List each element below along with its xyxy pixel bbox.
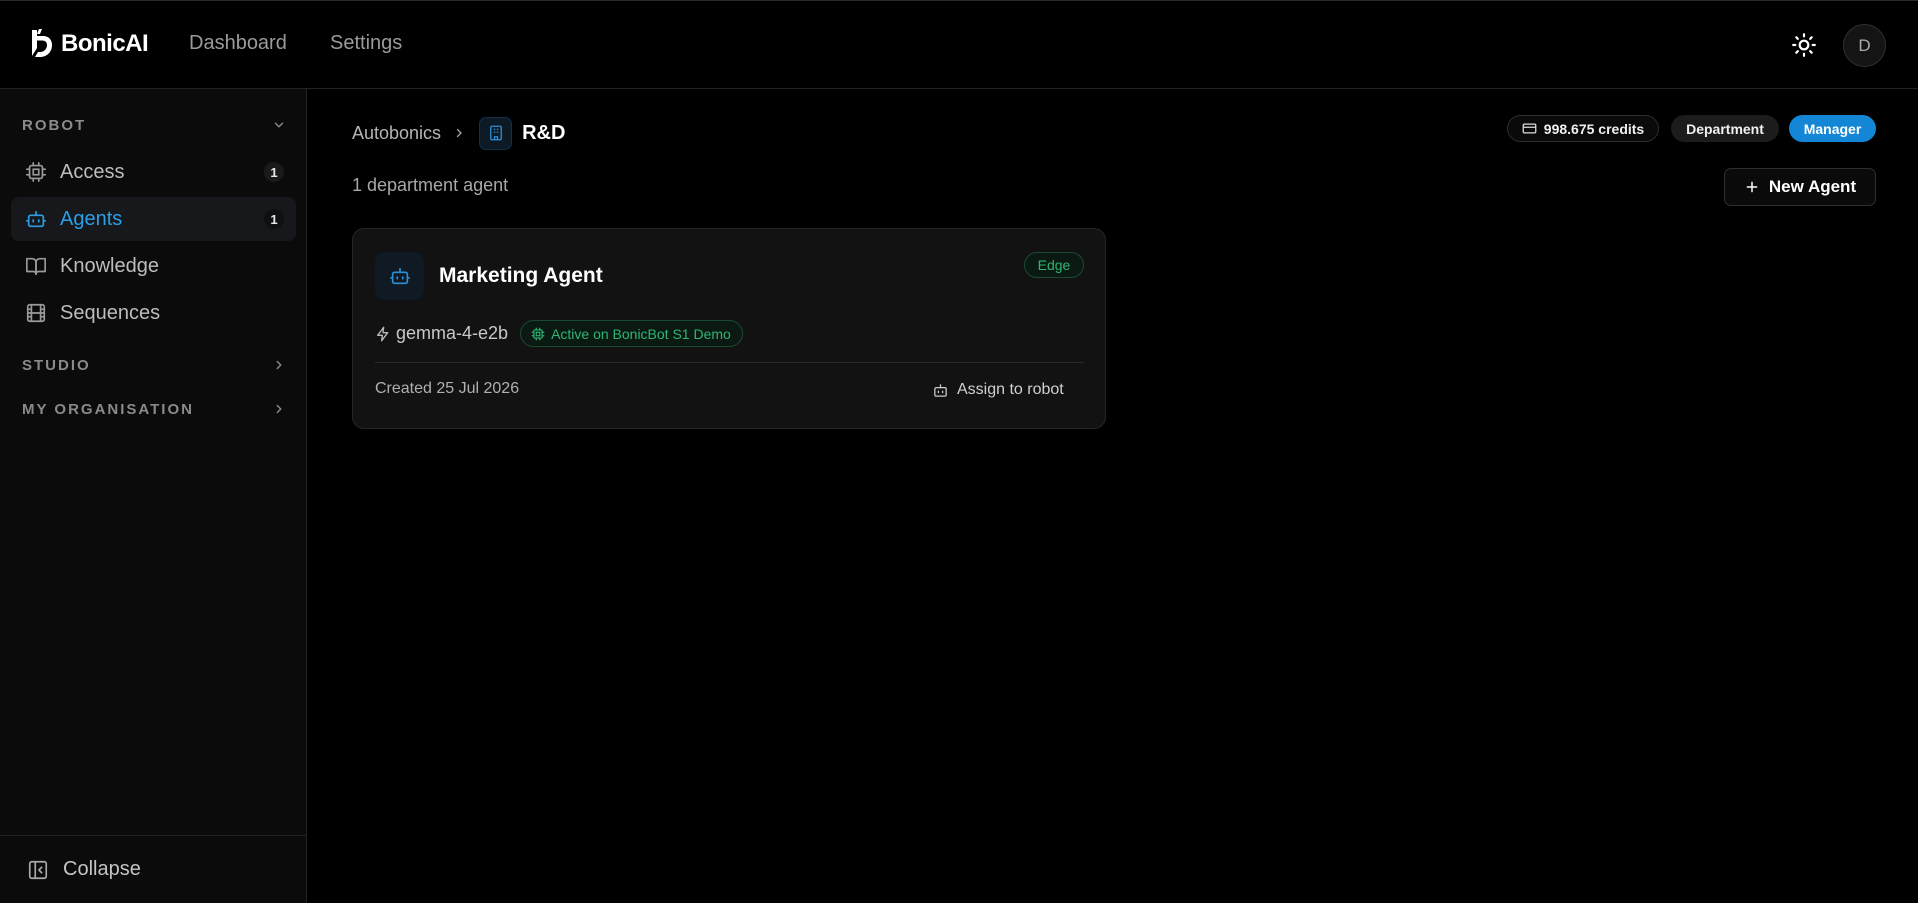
- chip-icon: [25, 161, 47, 183]
- brand-name: BonicAI: [61, 30, 149, 57]
- plus-icon: [1746, 181, 1758, 193]
- sun-icon: [1792, 33, 1816, 57]
- count-badge: 1: [264, 209, 284, 229]
- book-icon: [25, 255, 47, 277]
- chevron-right-icon: [276, 404, 282, 414]
- new-agent-button[interactable]: New Agent: [1724, 168, 1876, 206]
- robot-icon: [934, 383, 947, 397]
- sidebar-section-robot[interactable]: ROBOT: [22, 114, 286, 136]
- agent-count-text: 1 department agent: [352, 175, 509, 195]
- sidebar-item-knowledge[interactable]: Knowledge: [11, 244, 296, 288]
- sidebar-section-my-organisation[interactable]: MY ORGANISATION: [22, 398, 286, 420]
- credits-text: 998.675 credits: [1543, 120, 1645, 137]
- card-divider: [375, 362, 1084, 363]
- nav-dashboard[interactable]: Dashboard: [189, 32, 287, 55]
- sidebar-item-access[interactable]: Access 1: [11, 150, 296, 194]
- created-date: Created 25 Jul 2026: [375, 380, 520, 397]
- sidebar-item-label: Agents: [60, 207, 123, 230]
- credit-card-icon: [1522, 123, 1537, 134]
- nav-settings[interactable]: Settings: [330, 32, 402, 55]
- robot-icon: [25, 208, 47, 230]
- sidebar: ROBOT Access 1 Agents 1 Knowledge Sequen…: [0, 89, 307, 903]
- sidebar-item-label: Sequences: [60, 301, 161, 324]
- user-avatar[interactable]: D: [1843, 24, 1886, 67]
- agent-card[interactable]: Marketing Agent Edge gemma-4-e2b Active …: [352, 228, 1106, 429]
- sidebar-item-label: Access: [60, 160, 125, 183]
- agent-name: Marketing Agent: [439, 264, 603, 287]
- chevron-right-icon: [456, 128, 462, 138]
- scope-badge: Department: [1671, 115, 1779, 142]
- chip-icon: [531, 327, 545, 340]
- building-icon: [479, 116, 513, 150]
- agent-model-row: gemma-4-e2b Active on BonicBot S1 Demo: [375, 320, 743, 347]
- count-badge: 1: [264, 162, 284, 182]
- role-badge: Manager: [1789, 115, 1876, 142]
- section-title: ROBOT: [22, 116, 87, 134]
- assign-to-robot-button[interactable]: Assign to robot: [932, 377, 1064, 403]
- sidebar-section-studio[interactable]: STUDIO: [22, 354, 286, 376]
- deployment-tag-badge: Edge: [1024, 252, 1084, 278]
- bolt-icon: [377, 326, 389, 341]
- top-bar: BonicAI Dashboard Settings D: [0, 0, 1918, 89]
- section-title: MY ORGANISATION: [22, 400, 194, 418]
- robot-icon: [375, 252, 424, 300]
- assign-label: Assign to robot: [957, 381, 1064, 398]
- breadcrumb-parent-link[interactable]: Autobonics: [352, 123, 441, 144]
- section-title: STUDIO: [22, 356, 91, 374]
- status-text: Active on BonicBot S1 Demo: [551, 325, 731, 342]
- breadcrumb: Autobonics R&D: [352, 115, 565, 151]
- bonicai-logo-icon: [32, 29, 52, 57]
- sidebar-item-sequences[interactable]: Sequences: [11, 291, 296, 335]
- theme-toggle-button[interactable]: [1791, 32, 1817, 58]
- collapse-sidebar-button[interactable]: Collapse: [0, 835, 306, 903]
- sidebar-item-label: Knowledge: [60, 254, 159, 277]
- sidebar-item-agents[interactable]: Agents 1: [11, 197, 296, 241]
- chevron-right-icon: [276, 360, 282, 370]
- credits-badge: 998.675 credits: [1507, 115, 1659, 142]
- status-badge: Active on BonicBot S1 Demo: [520, 320, 743, 347]
- brand-logo[interactable]: BonicAI: [29, 28, 149, 60]
- film-icon: [25, 302, 47, 324]
- sidebar-collapse-icon: [28, 860, 48, 879]
- new-agent-label: New Agent: [1768, 177, 1857, 196]
- collapse-label: Collapse: [63, 858, 141, 880]
- breadcrumb-current: R&D: [522, 121, 566, 144]
- model-name: gemma-4-e2b: [396, 323, 509, 343]
- chevron-down-icon: [274, 122, 284, 128]
